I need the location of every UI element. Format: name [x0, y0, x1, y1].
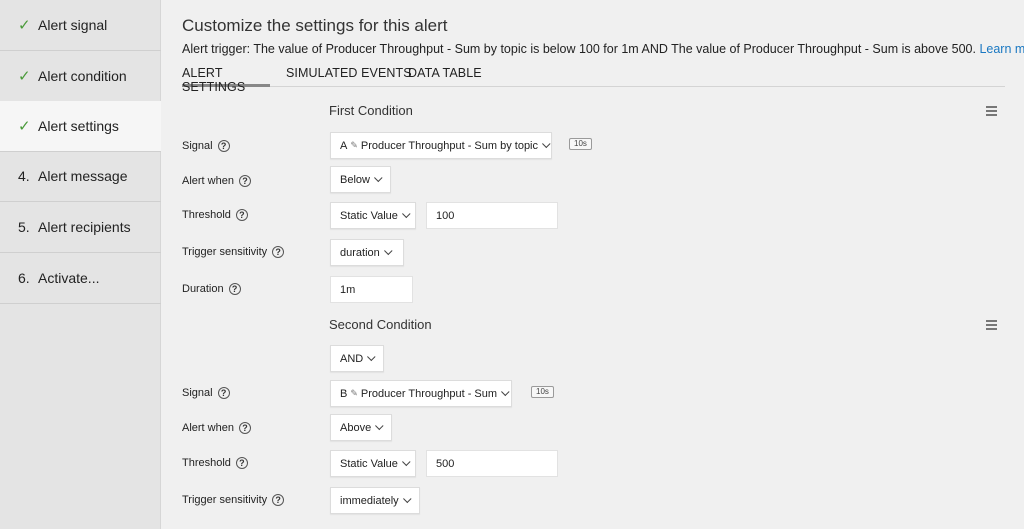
step-label: Alert message: [38, 168, 128, 184]
question-circle-icon[interactable]: ?: [238, 175, 251, 187]
trigger-sensitivity-label: Trigger sensitivity ?: [182, 494, 285, 506]
threshold-label-text: Threshold: [182, 209, 231, 221]
step-label: Alert recipients: [38, 219, 131, 235]
signal-name: Producer Throughput - Sum: [360, 387, 498, 400]
wizard-sidebar: ✓ Alert signal ✓ Alert condition ✓ Alert…: [0, 0, 161, 529]
question-circle-icon[interactable]: ?: [238, 422, 251, 434]
signal-letter: A: [340, 139, 348, 152]
question-circle-icon[interactable]: ?: [235, 457, 248, 469]
trigger-sensitivity-value: immediately: [340, 494, 399, 507]
signal-name: Producer Throughput - Sum by topic: [360, 139, 539, 152]
step-alert-recipients[interactable]: 5. Alert recipients: [0, 202, 161, 253]
main-panel: Customize the settings for this alert Al…: [162, 0, 1024, 529]
chevron-down-icon: [367, 352, 376, 361]
trigger-sensitivity-label: Trigger sensitivity ?: [182, 246, 285, 258]
step-alert-signal[interactable]: ✓ Alert signal: [0, 0, 161, 51]
threshold-input[interactable]: 500: [426, 450, 558, 477]
duration-label-text: Duration: [182, 283, 224, 295]
question-circle-icon[interactable]: ?: [272, 494, 285, 506]
question-circle-icon[interactable]: ?: [272, 246, 285, 258]
tab-bar: ALERT SETTINGS SIMULATED EVENTS DATA TAB…: [182, 66, 1005, 94]
step-label: Alert signal: [38, 17, 108, 33]
check-icon: ✓: [18, 117, 31, 135]
step-label: Alert condition: [38, 68, 127, 84]
alert-when-select[interactable]: Below: [330, 166, 391, 193]
tab-simulated-events[interactable]: SIMULATED EVENTS: [286, 66, 412, 87]
duration-input[interactable]: 1m: [330, 276, 413, 303]
step-label: Activate...: [38, 270, 100, 286]
signal-select-a[interactable]: A ✎ Producer Throughput - Sum by topic: [330, 132, 552, 159]
step-number: 4.: [18, 168, 30, 184]
threshold-label-text: Threshold: [182, 457, 231, 469]
step-alert-settings[interactable]: ✓ Alert settings: [0, 101, 161, 152]
second-condition-title: Second Condition: [329, 317, 432, 332]
chevron-down-icon: [542, 139, 551, 148]
trigger-text: Alert trigger: The value of Producer Thr…: [182, 42, 976, 56]
alert-when-label-text: Alert when: [182, 175, 234, 187]
chevron-down-icon: [401, 457, 411, 466]
alert-trigger-summary: Alert trigger: The value of Producer Thr…: [182, 42, 1024, 56]
hamburger-menu-icon[interactable]: [986, 106, 997, 116]
tab-data-table[interactable]: DATA TABLE: [408, 66, 482, 87]
threshold-label: Threshold ?: [182, 209, 248, 221]
threshold-type-value: Static Value: [340, 457, 398, 470]
signal-select-b[interactable]: B ✎ Producer Throughput - Sum: [330, 380, 512, 407]
chevron-down-icon: [401, 209, 411, 218]
threshold-label: Threshold ?: [182, 457, 248, 469]
first-condition-title: First Condition: [329, 103, 413, 118]
chevron-down-icon: [383, 246, 393, 255]
trigger-sensitivity-select[interactable]: duration: [330, 239, 404, 266]
question-circle-icon[interactable]: ?: [228, 283, 241, 295]
alert-when-label: Alert when ?: [182, 175, 251, 187]
alert-when-select[interactable]: Above: [330, 414, 392, 441]
question-circle-icon[interactable]: ?: [235, 209, 248, 221]
resolution-badge: 10s: [569, 138, 592, 150]
alert-when-value: Below: [340, 173, 370, 186]
trigger-sensitivity-label-text: Trigger sensitivity: [182, 494, 268, 506]
question-circle-icon[interactable]: ?: [217, 387, 230, 399]
threshold-input[interactable]: 100: [426, 202, 558, 229]
page-title: Customize the settings for this alert: [182, 16, 448, 35]
check-icon: ✓: [18, 67, 31, 85]
threshold-type-select[interactable]: Static Value: [330, 202, 416, 229]
signal-label-text: Signal: [182, 140, 213, 152]
step-alert-message[interactable]: 4. Alert message: [0, 151, 161, 202]
step-activate[interactable]: 6. Activate...: [0, 253, 161, 304]
chevron-down-icon: [402, 494, 412, 503]
trigger-sensitivity-label-text: Trigger sensitivity: [182, 246, 268, 258]
alert-when-value: Above: [340, 421, 372, 434]
signal-letter: B: [340, 387, 348, 400]
step-alert-condition[interactable]: ✓ Alert condition: [0, 51, 161, 102]
question-circle-icon[interactable]: ?: [217, 140, 230, 152]
step-number: 5.: [18, 219, 30, 235]
chevron-down-icon: [374, 173, 383, 182]
signal-label-text: Signal: [182, 387, 213, 399]
step-label: Alert settings: [38, 118, 119, 134]
chevron-down-icon: [375, 421, 384, 430]
trigger-sensitivity-value: duration: [340, 246, 380, 259]
chevron-down-icon: [501, 387, 510, 396]
combiner-value: AND: [340, 352, 364, 365]
resolution-badge: 10s: [531, 386, 554, 398]
check-icon: ✓: [18, 16, 31, 34]
trigger-sensitivity-select[interactable]: immediately: [330, 487, 420, 514]
signal-label: Signal ?: [182, 387, 230, 399]
threshold-type-value: Static Value: [340, 209, 398, 222]
signal-label: Signal ?: [182, 140, 230, 152]
learn-more-link[interactable]: Learn more: [979, 42, 1024, 56]
combiner-select[interactable]: AND: [330, 345, 384, 372]
pencil-icon: ✎: [350, 140, 358, 150]
threshold-type-select[interactable]: Static Value: [330, 450, 416, 477]
alert-when-label: Alert when ?: [182, 422, 251, 434]
duration-label: Duration ?: [182, 283, 241, 295]
hamburger-menu-icon[interactable]: [986, 320, 997, 330]
alert-when-label-text: Alert when: [182, 422, 234, 434]
step-number: 6.: [18, 270, 30, 286]
pencil-icon: ✎: [350, 388, 358, 398]
tab-alert-settings[interactable]: ALERT SETTINGS: [182, 66, 270, 94]
